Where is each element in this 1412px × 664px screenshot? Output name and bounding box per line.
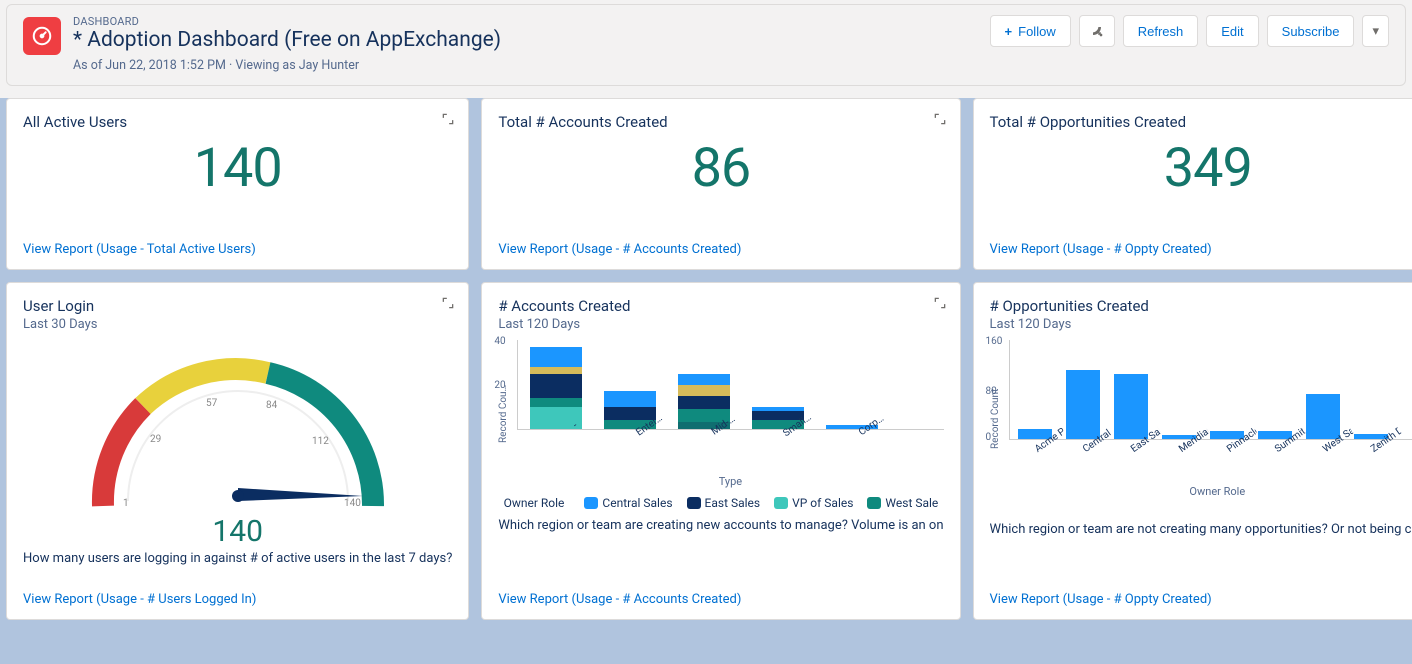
bar-chart: 160800 Acme Par… Central S… East Sales M… — [1009, 340, 1412, 498]
header-actions: +Follow Refresh Edit Subscribe ▾ — [990, 15, 1389, 73]
gauge-chart: 1 29 57 84 112 140 140 — [23, 336, 452, 549]
card-opps-chart: # Opportunities Created Last 120 Days Re… — [973, 282, 1412, 620]
chevron-down-icon: ▾ — [1372, 23, 1379, 39]
card-subtitle: Last 120 Days — [498, 317, 943, 332]
y-axis-label: Record Cou… — [498, 340, 509, 488]
card-title: Total # Opportunities Created — [990, 113, 1412, 131]
card-title: User Login — [23, 297, 452, 315]
card-title: All Active Users — [23, 113, 452, 131]
gauge-tick: 140 — [344, 498, 361, 509]
expand-icon[interactable] — [436, 291, 460, 315]
edit-button[interactable]: Edit — [1206, 15, 1258, 47]
page-title: * Adoption Dashboard (Free on AppExchang… — [73, 28, 501, 52]
card-caption: Which region or team are not creating ma… — [990, 522, 1412, 537]
card-title: Total # Accounts Created — [498, 113, 943, 131]
card-caption: How many users are logging in against # … — [23, 551, 452, 566]
chart-legend: Owner Role Central Sales East Sales VP o… — [498, 496, 943, 510]
card-accounts-created: Total # Accounts Created 86 View Report … — [481, 98, 960, 270]
broadcast-icon — [1089, 23, 1105, 39]
header-meta: As of Jun 22, 2018 1:52 PM · Viewing as … — [73, 58, 501, 73]
refresh-button[interactable]: Refresh — [1123, 15, 1199, 47]
card-subtitle: Last 120 Days — [990, 317, 1412, 332]
view-report-link[interactable]: View Report (Usage - # Oppty Created) — [990, 242, 1412, 257]
expand-icon[interactable] — [928, 107, 952, 131]
header-eyebrow: DASHBOARD — [73, 15, 501, 28]
view-report-link[interactable]: View Report (Usage - Total Active Users) — [23, 242, 452, 257]
view-report-link[interactable]: View Report (Usage - # Accounts Created) — [498, 242, 943, 257]
follow-button[interactable]: +Follow — [990, 15, 1071, 47]
view-report-link[interactable]: View Report (Usage - # Oppty Created) — [990, 592, 1412, 607]
gauge-tick: 29 — [150, 434, 161, 445]
metric-value: 140 — [23, 137, 452, 200]
stacked-bar-chart: 4020 - Enter… Mid-… Small… Corp… Type — [517, 340, 943, 488]
metric-value: 349 — [990, 137, 1412, 200]
y-axis-label: Record Count — [990, 340, 1001, 498]
card-active-users: All Active Users 140 View Report (Usage … — [6, 98, 469, 270]
dashboard-grid: All Active Users 140 View Report (Usage … — [0, 86, 1412, 632]
dashboard-header: DASHBOARD * Adoption Dashboard (Free on … — [6, 4, 1406, 86]
plus-icon: + — [1005, 24, 1013, 39]
gauge-value: 140 — [212, 514, 263, 549]
expand-icon[interactable] — [928, 291, 952, 315]
broadcast-button[interactable] — [1079, 15, 1115, 47]
gauge-tick: 1 — [123, 498, 129, 509]
card-subtitle: Last 30 Days — [23, 317, 452, 332]
view-report-link[interactable]: View Report (Usage - # Accounts Created) — [498, 592, 943, 607]
view-report-link[interactable]: View Report (Usage - # Users Logged In) — [23, 592, 452, 607]
x-axis-label: Owner Role — [1009, 485, 1412, 498]
gauge-tick: 57 — [206, 398, 218, 409]
card-accounts-chart: # Accounts Created Last 120 Days Record … — [481, 282, 960, 620]
card-caption: Which region or team are creating new ac… — [498, 518, 943, 533]
x-axis-label: Type — [517, 475, 943, 488]
gauge-tick: 84 — [266, 400, 278, 411]
subscribe-button[interactable]: Subscribe — [1267, 15, 1355, 47]
metric-value: 86 — [498, 137, 943, 200]
more-menu-button[interactable]: ▾ — [1362, 15, 1389, 47]
gauge-tick: 112 — [312, 436, 329, 447]
dashboard-icon — [23, 17, 61, 55]
expand-icon[interactable] — [436, 107, 460, 131]
card-user-login: User Login Last 30 Days 1 29 57 84 112 1… — [6, 282, 469, 620]
card-title: # Accounts Created — [498, 297, 943, 315]
card-opps-created: Total # Opportunities Created 349 View R… — [973, 98, 1412, 270]
card-title: # Opportunities Created — [990, 297, 1412, 315]
